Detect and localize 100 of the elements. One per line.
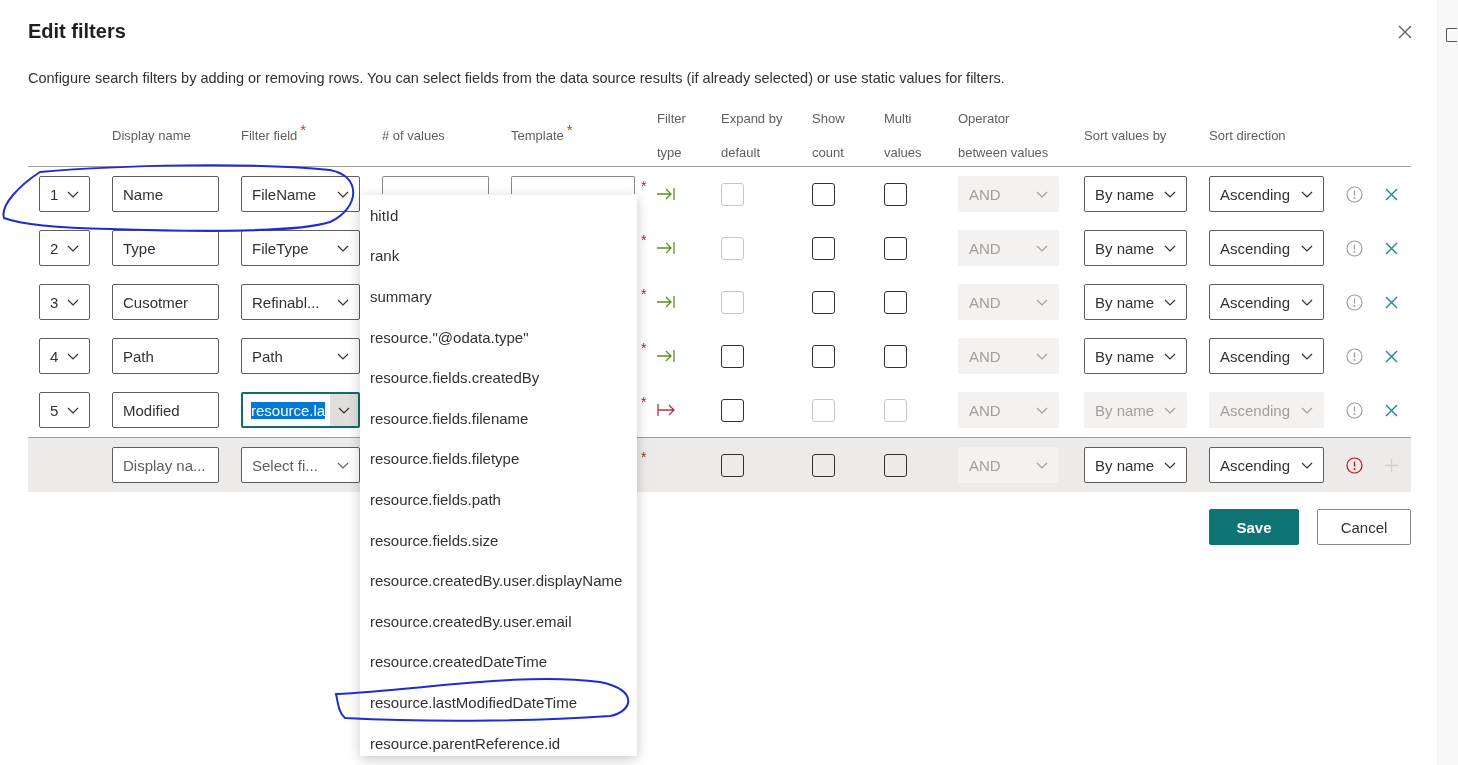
filter-field-dropdown[interactable]: resource.la (241, 392, 360, 428)
sort-by-dropdown[interactable]: By name (1084, 338, 1187, 374)
field-option[interactable]: resource.lastModifiedDateTime (360, 682, 637, 723)
chevron-icon (1301, 406, 1313, 414)
display-name-field[interactable]: Cusotmer (112, 284, 219, 320)
field-option[interactable]: resource.createdDateTime (360, 641, 637, 683)
required-mark: * (566, 120, 573, 138)
sort-by-dropdown[interactable]: By name (1084, 447, 1187, 483)
column-header: Expand by default (721, 110, 784, 162)
field-option[interactable]: resource.fields.size (360, 519, 637, 561)
sort-direction-dropdown[interactable]: Ascending (1209, 284, 1324, 320)
filter-field-dropdown[interactable]: FileName (241, 176, 360, 212)
field-option[interactable]: resource.fields.path (360, 479, 637, 520)
required-mark: * (641, 286, 648, 302)
display-name-field[interactable]: Name (112, 176, 219, 212)
chevron-icon (1164, 406, 1176, 414)
filter-field-dropdown[interactable]: Refinabl... (241, 284, 360, 320)
checkbox[interactable] (812, 182, 835, 206)
dialog-title: Edit filters (28, 20, 126, 43)
order-dropdown[interactable]: 3 (39, 284, 90, 320)
chevron-icon (337, 461, 349, 469)
field-option[interactable]: resource.createdBy.user.email (360, 600, 637, 642)
order-dropdown[interactable]: 2 (39, 230, 90, 266)
chevron-icon (67, 352, 79, 360)
checkbox[interactable] (812, 290, 835, 314)
order-dropdown[interactable]: 4 (39, 338, 90, 374)
close-icon[interactable] (1385, 349, 1398, 363)
required-mark: * (641, 340, 648, 356)
sort-direction-dropdown[interactable]: Ascending (1209, 447, 1324, 483)
field-option[interactable]: summary (360, 276, 637, 317)
filter-field-dropdown[interactable]: Select fi... (241, 447, 360, 483)
save-button[interactable]: Save (1209, 509, 1299, 545)
column-header: Show count (812, 110, 846, 162)
order-dropdown[interactable]: 1 (39, 176, 90, 212)
field-option[interactable]: resource.parentReference.id (360, 722, 637, 756)
field-option[interactable]: resource.fields.filetype (360, 438, 637, 480)
checkbox[interactable] (884, 182, 907, 206)
chevron-icon (1036, 244, 1048, 252)
filter-field-dropdown[interactable]: Path (241, 338, 360, 374)
checkbox[interactable] (812, 236, 835, 260)
display-name-field[interactable]: Type (112, 230, 219, 266)
required-mark: * (300, 120, 307, 138)
field-option[interactable]: resource.createdBy.user.displayName (360, 560, 637, 601)
checkbox[interactable] (884, 236, 907, 260)
sort-by-dropdown[interactable]: By name (1084, 284, 1187, 320)
chevron-icon (1301, 298, 1313, 306)
checkbox[interactable] (884, 344, 907, 368)
required-mark: * (641, 178, 648, 194)
column-header: Display name (112, 128, 191, 143)
field-option[interactable]: resource.fields.createdBy (360, 357, 637, 398)
close-icon[interactable] (1385, 241, 1398, 255)
chevron-icon (337, 190, 349, 198)
display-name-field[interactable]: Path (112, 338, 219, 374)
chevron-icon (1301, 244, 1313, 252)
chevron-icon (1301, 352, 1313, 360)
dialog-description: Configure search filters by adding or removing rows. You can select fields from the data source results (if already selected) or use static values for filters. (28, 70, 1006, 86)
values-count-field[interactable] (382, 176, 489, 194)
chevron-icon (1164, 244, 1176, 252)
sort-direction-dropdown[interactable]: Ascending (1209, 230, 1324, 266)
template-dropdown[interactable] (511, 176, 635, 194)
field-option[interactable]: hitId (360, 195, 637, 236)
close-icon[interactable] (1385, 403, 1398, 417)
close-icon[interactable] (1385, 295, 1398, 309)
required-mark: * (641, 449, 648, 465)
sort-direction-dropdown[interactable]: Ascending (1209, 338, 1324, 374)
chevron-icon (67, 244, 79, 252)
column-header: Operator between values (958, 110, 1050, 162)
field-option[interactable]: resource."@odata.type" (360, 316, 637, 358)
column-header: Sort direction (1209, 128, 1286, 143)
column-header: Sort values by (1084, 128, 1167, 143)
sort-direction-dropdown[interactable]: Ascending (1209, 176, 1324, 212)
chevron-icon (1301, 461, 1313, 469)
field-option[interactable]: rank (360, 235, 637, 277)
display-name-field[interactable]: Modified (112, 392, 219, 428)
checkbox[interactable] (884, 453, 907, 477)
column-header: Filter type (657, 110, 687, 162)
display-name-field[interactable]: Display na... (112, 447, 219, 483)
field-option[interactable]: resource.fields.filename (360, 397, 637, 439)
chevron-icon (1036, 190, 1048, 198)
checkbox[interactable] (884, 290, 907, 314)
checkbox[interactable] (812, 344, 835, 368)
chevron-icon (67, 190, 79, 198)
checkbox[interactable] (812, 453, 835, 477)
close-icon[interactable] (1385, 187, 1398, 201)
chevron-icon (1036, 461, 1048, 469)
column-header: Filter field (241, 128, 298, 143)
column-header: Template (511, 128, 564, 143)
order-dropdown[interactable]: 5 (39, 392, 90, 428)
chevron-icon (337, 244, 349, 252)
checkbox[interactable] (721, 398, 744, 422)
required-mark: * (641, 394, 648, 410)
close-icon[interactable] (1398, 24, 1412, 39)
checkbox[interactable] (721, 344, 744, 368)
sort-by-dropdown[interactable]: By name (1084, 176, 1187, 212)
required-mark: * (641, 232, 648, 248)
filter-field-dropdown[interactable]: FileType (241, 230, 360, 266)
checkbox[interactable] (721, 453, 744, 477)
sort-by-dropdown[interactable]: By name (1084, 230, 1187, 266)
chevron-icon (1164, 190, 1176, 198)
cancel-button[interactable]: Cancel (1317, 509, 1411, 545)
